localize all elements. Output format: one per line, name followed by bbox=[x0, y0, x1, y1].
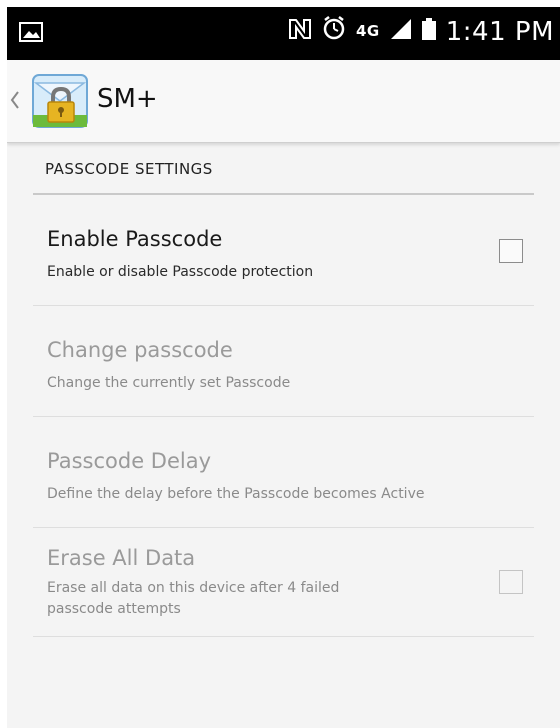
app-lock-icon[interactable] bbox=[31, 73, 89, 133]
pref-summary-line: passcode attempts bbox=[47, 601, 181, 617]
pref-erase-all-data[interactable]: Erase All Data Erase all data on this de… bbox=[33, 528, 534, 637]
pref-passcode-delay[interactable]: Passcode Delay Define the delay before t… bbox=[33, 417, 534, 528]
device-screen: 4G 1:41 PM SM+ PASSCODE SETTINGS Enable … bbox=[7, 7, 560, 728]
app-title: SM+ bbox=[97, 84, 158, 114]
signal-icon bbox=[390, 17, 412, 47]
4g-icon: 4G bbox=[355, 22, 380, 40]
battery-icon bbox=[421, 17, 436, 47]
pref-summary: Enable or disable Passcode protection bbox=[47, 264, 314, 280]
clock: 1:41 PM bbox=[445, 16, 554, 47]
pref-summary: Erase all data on this device after 4 fa… bbox=[47, 578, 339, 620]
status-bar: 4G 1:41 PM bbox=[7, 7, 560, 60]
pref-enable-passcode[interactable]: Enable Passcode Enable or disable Passco… bbox=[33, 195, 534, 306]
pref-title: Passcode Delay bbox=[47, 449, 212, 473]
pref-change-passcode[interactable]: Change passcode Change the currently set… bbox=[33, 306, 534, 417]
status-icons: 4G 1:41 PM bbox=[288, 16, 554, 47]
nfc-icon bbox=[288, 17, 312, 47]
pref-summary: Change the currently set Passcode bbox=[47, 375, 291, 391]
pref-title: Enable Passcode bbox=[47, 227, 223, 251]
pref-title: Change passcode bbox=[47, 338, 233, 362]
erase-all-data-checkbox[interactable] bbox=[499, 570, 523, 594]
alarm-icon bbox=[322, 16, 346, 47]
action-bar: SM+ bbox=[7, 60, 560, 143]
back-chevron-icon[interactable] bbox=[10, 90, 20, 110]
pref-summary: Define the delay before the Passcode bec… bbox=[47, 486, 425, 502]
enable-passcode-checkbox[interactable] bbox=[499, 239, 523, 263]
image-notification-icon bbox=[19, 22, 43, 46]
section-header: PASSCODE SETTINGS bbox=[33, 161, 534, 195]
pref-summary-line: Erase all data on this device after 4 fa… bbox=[47, 580, 340, 596]
pref-title: Erase All Data bbox=[47, 546, 196, 570]
